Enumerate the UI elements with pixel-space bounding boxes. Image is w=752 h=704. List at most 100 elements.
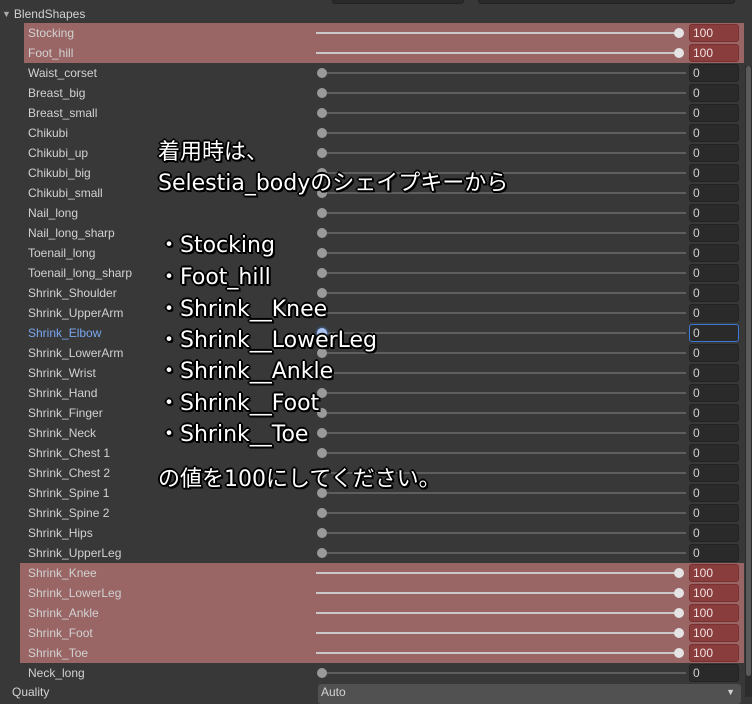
slider-thumb[interactable] (317, 508, 327, 518)
blendshape-label: Neck_long (28, 666, 85, 680)
blendshape-row: Shrink_Neck 0 (0, 423, 744, 443)
slider-thumb[interactable] (317, 668, 327, 678)
blendshape-label: Shrink_Finger (28, 406, 103, 420)
blendshapes-foldout[interactable]: ▼ BlendShapes (2, 6, 85, 22)
slider-thumb[interactable] (674, 648, 684, 658)
value-field[interactable]: 100 (689, 564, 739, 582)
value-field[interactable]: 0 (689, 404, 739, 422)
slider-track[interactable] (320, 672, 686, 674)
value-field[interactable]: 100 (689, 644, 739, 662)
slider-thumb[interactable] (674, 588, 684, 598)
slider-track[interactable] (320, 72, 686, 74)
blendshape-row: Nail_long 0 (0, 203, 744, 223)
value-field[interactable]: 0 (689, 104, 739, 122)
slider-thumb[interactable] (317, 548, 327, 558)
slider-track[interactable] (320, 432, 686, 434)
slider-track[interactable] (316, 632, 680, 634)
value-field[interactable]: 0 (689, 124, 739, 142)
value-field[interactable]: 100 (689, 44, 739, 62)
blendshape-row: Shrink_Wrist 0 (0, 363, 744, 383)
slider-thumb[interactable] (317, 148, 327, 158)
blendshape-row: Foot_hill 100 (24, 43, 744, 63)
value-field[interactable]: 0 (689, 164, 739, 182)
slider-track[interactable] (320, 252, 686, 254)
slider-track[interactable] (320, 312, 686, 314)
slider-track[interactable] (316, 612, 680, 614)
annotation-line: ・Shrink__Knee (158, 297, 328, 322)
value-field[interactable]: 0 (689, 224, 739, 242)
value-field[interactable]: 0 (689, 304, 739, 322)
slider-track[interactable] (320, 452, 686, 454)
slider-track[interactable] (316, 32, 680, 34)
value-field[interactable]: 0 (689, 664, 739, 682)
slider-track[interactable] (320, 112, 686, 114)
slider-track[interactable] (320, 392, 686, 394)
scrollbar-thumb[interactable] (746, 66, 751, 676)
slider-track[interactable] (320, 512, 686, 514)
value-field[interactable]: 0 (689, 344, 739, 362)
slider-thumb[interactable] (674, 608, 684, 618)
value-field[interactable]: 0 (689, 464, 739, 482)
annotation-line: ・Shrink__Ankle (158, 359, 334, 384)
value-field[interactable]: 0 (689, 444, 739, 462)
top-button-1[interactable] (332, 0, 464, 4)
value-field[interactable]: 0 (689, 324, 739, 342)
value-field[interactable]: 0 (689, 144, 739, 162)
slider-track[interactable] (316, 52, 680, 54)
slider-track[interactable] (316, 572, 680, 574)
value-field[interactable]: 0 (689, 504, 739, 522)
value-field[interactable]: 0 (689, 204, 739, 222)
value-field[interactable]: 0 (689, 544, 739, 562)
slider-track[interactable] (320, 232, 686, 234)
value-field[interactable]: 100 (689, 584, 739, 602)
slider-thumb[interactable] (317, 128, 327, 138)
blendshape-row: Breast_big 0 (0, 83, 744, 103)
slider-track[interactable] (320, 552, 686, 554)
value-field[interactable]: 100 (689, 24, 739, 42)
slider-thumb[interactable] (674, 48, 684, 58)
slider-track[interactable] (316, 652, 680, 654)
value-field[interactable]: 0 (689, 264, 739, 282)
value-field[interactable]: 0 (689, 84, 739, 102)
annotation-line: の値を100にしてください。 (158, 467, 441, 492)
slider-track[interactable] (320, 92, 686, 94)
slider-track[interactable] (320, 532, 686, 534)
value-field[interactable]: 0 (689, 424, 739, 442)
slider-track[interactable] (320, 272, 686, 274)
slider-thumb[interactable] (317, 68, 327, 78)
value-field[interactable]: 0 (689, 384, 739, 402)
top-button-2[interactable] (478, 0, 735, 4)
scrollbar[interactable] (745, 66, 752, 697)
value-field[interactable]: 0 (689, 64, 739, 82)
slider-track[interactable] (316, 592, 680, 594)
quality-dropdown[interactable]: Auto ▼ (318, 684, 741, 704)
slider-track[interactable] (320, 292, 686, 294)
value-field[interactable]: 0 (689, 364, 739, 382)
slider-thumb[interactable] (317, 208, 327, 218)
blendshape-label: Foot_hill (28, 46, 74, 60)
slider-track[interactable] (320, 212, 686, 214)
value-field[interactable]: 0 (689, 244, 739, 262)
slider-thumb[interactable] (674, 28, 684, 38)
slider-track[interactable] (320, 152, 686, 154)
value-field[interactable]: 0 (689, 284, 739, 302)
value-field[interactable]: 0 (689, 484, 739, 502)
slider-track[interactable] (320, 132, 686, 134)
blendshape-label: Chikubi (28, 126, 69, 140)
slider-thumb[interactable] (317, 268, 327, 278)
slider-thumb[interactable] (317, 108, 327, 118)
slider-thumb[interactable] (317, 88, 327, 98)
slider-thumb[interactable] (317, 528, 327, 538)
slider-thumb[interactable] (674, 568, 684, 578)
value-field[interactable]: 100 (689, 604, 739, 622)
slider-thumb[interactable] (317, 248, 327, 258)
value-field[interactable]: 0 (689, 524, 739, 542)
slider-thumb[interactable] (317, 228, 327, 238)
slider-thumb[interactable] (317, 428, 327, 438)
value-field[interactable]: 0 (689, 184, 739, 202)
slider-track[interactable] (320, 372, 686, 374)
slider-track[interactable] (320, 412, 686, 414)
value-field[interactable]: 100 (689, 624, 739, 642)
slider-thumb[interactable] (317, 448, 327, 458)
slider-thumb[interactable] (674, 628, 684, 638)
